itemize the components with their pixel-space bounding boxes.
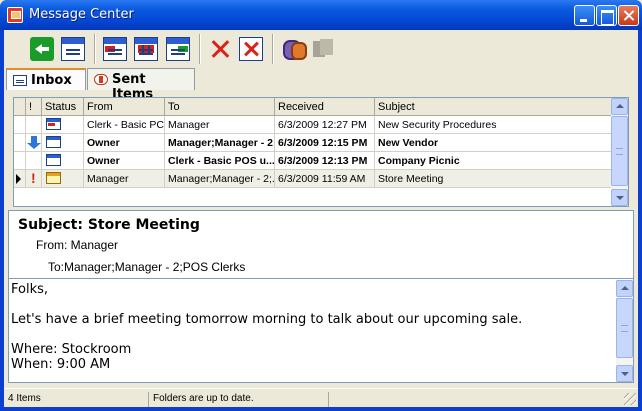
table-row[interactable]: Clerk - Basic PC... Manager 6/3/2009 12:…	[14, 116, 612, 134]
from-cell: Manager	[84, 170, 165, 188]
preview-header: Subject: Store Meeting From: Manager To:…	[9, 211, 633, 279]
close-button[interactable]	[618, 5, 639, 26]
preview-body[interactable]: Folks, Let's have a brief meeting tomorr…	[9, 280, 633, 382]
reply-all-button[interactable]	[134, 37, 158, 61]
undelete-button[interactable]	[239, 37, 263, 61]
forward-button[interactable]	[166, 37, 190, 61]
disabled-folder-button	[311, 37, 335, 61]
table-row[interactable]: Owner Clerk - Basic POS u... 6/3/2009 12…	[14, 152, 612, 170]
from-cell: Owner	[84, 152, 165, 170]
folder-tabs: Inbox Sent Items	[4, 66, 638, 102]
message-list: ! Status From To Received Subject Clerk …	[13, 97, 629, 207]
sent-items-icon	[94, 74, 108, 85]
back-button[interactable]	[30, 37, 54, 61]
reply-button[interactable]	[103, 37, 127, 61]
reply-status-icon	[46, 118, 61, 130]
received-cell: 6/3/2009 12:27 PM	[275, 116, 375, 134]
to-cell: Manager	[165, 116, 275, 134]
scroll-down-button[interactable]	[611, 189, 628, 206]
delete-button[interactable]	[208, 37, 232, 61]
toolbar-separator	[94, 34, 96, 64]
table-row[interactable]: Owner Manager;Manager - 2 6/3/2009 12:15…	[14, 134, 612, 152]
maximize-button[interactable]	[596, 5, 617, 26]
table-row-selected[interactable]: ! Manager Manager;Manager - 2;... 6/3/20…	[14, 170, 612, 188]
read-status-icon	[46, 172, 61, 184]
preview-subject: Subject: Store Meeting	[18, 217, 200, 233]
toolbar-separator	[199, 34, 201, 64]
preview-from: From: Manager	[36, 238, 119, 252]
row-selector	[14, 152, 26, 170]
scroll-thumb[interactable]	[616, 298, 633, 358]
high-priority-icon: !	[31, 170, 36, 186]
tab-inbox-label: Inbox	[31, 73, 72, 88]
message-list-header: ! Status From To Received Subject	[14, 98, 612, 116]
title-bar[interactable]: Message Center	[0, 0, 642, 30]
message-body-text: Folks, Let's have a brief meeting tomorr…	[11, 282, 523, 372]
tab-sent-items[interactable]: Sent Items	[87, 68, 195, 102]
message-center-window: Message Center Inbox Sent Items ! Status…	[0, 0, 642, 411]
unread-status-icon	[46, 136, 61, 148]
scroll-down-button[interactable]	[616, 365, 633, 382]
window-title: Message Center	[29, 7, 134, 22]
header-received[interactable]: Received	[275, 98, 375, 116]
to-cell: Clerk - Basic POS u...	[165, 152, 275, 170]
current-row-icon	[16, 174, 21, 184]
subject-cell: New Vendor	[378, 137, 439, 149]
unread-status-icon	[46, 154, 61, 166]
toolbar	[4, 30, 638, 66]
from-cell: Owner	[84, 134, 165, 152]
status-item-count: 4 Items	[8, 393, 41, 404]
reply-icon	[105, 46, 115, 52]
status-empty-panel	[328, 392, 624, 407]
low-priority-icon	[27, 136, 41, 149]
address-book-button[interactable]	[281, 37, 307, 61]
message-list-scrollbar[interactable]	[611, 98, 628, 206]
reply-all-icon	[138, 45, 154, 53]
client-area: Inbox Sent Items ! Status From To Receiv…	[4, 30, 638, 407]
scroll-up-button[interactable]	[616, 280, 633, 297]
row-selector	[14, 134, 26, 152]
to-cell: Manager;Manager - 2;...	[165, 170, 275, 188]
subject-cell: New Security Procedures	[378, 119, 497, 131]
status-bar: 4 Items Folders are up to date.	[4, 388, 638, 407]
header-subject[interactable]: Subject	[375, 98, 612, 116]
status-message: Folders are up to date.	[148, 392, 328, 407]
preview-pane: Subject: Store Meeting From: Manager To:…	[8, 210, 634, 383]
header-from[interactable]: From	[84, 98, 165, 116]
received-cell: 6/3/2009 12:13 PM	[275, 152, 375, 170]
resize-grip-icon[interactable]	[624, 393, 636, 405]
from-cell: Clerk - Basic PC...	[84, 116, 165, 134]
new-message-button[interactable]	[61, 37, 85, 61]
header-row-selector	[14, 98, 26, 116]
row-selector	[14, 116, 26, 134]
to-cell: Manager;Manager - 2	[165, 134, 275, 152]
subject-cell: Company Picnic	[378, 155, 460, 167]
message-center-icon	[7, 7, 23, 23]
scroll-thumb[interactable]	[611, 116, 628, 186]
toolbar-separator	[272, 34, 274, 64]
preview-to: To:Manager;Manager - 2;POS Clerks	[48, 260, 246, 274]
inbox-icon	[13, 75, 27, 86]
priority-cell	[26, 152, 42, 170]
forward-icon	[178, 46, 188, 52]
received-cell: 6/3/2009 11:59 AM	[275, 170, 375, 188]
header-to[interactable]: To	[165, 98, 275, 116]
priority-cell	[26, 116, 42, 134]
tab-inbox[interactable]: Inbox	[6, 68, 86, 90]
subject-cell: Store Meeting	[378, 173, 444, 185]
header-status[interactable]: Status	[42, 98, 84, 116]
minimize-button[interactable]	[574, 5, 595, 26]
scroll-up-button[interactable]	[611, 98, 628, 115]
header-priority[interactable]: !	[26, 98, 42, 116]
received-cell: 6/3/2009 12:15 PM	[275, 134, 375, 152]
preview-scrollbar[interactable]	[616, 280, 633, 382]
